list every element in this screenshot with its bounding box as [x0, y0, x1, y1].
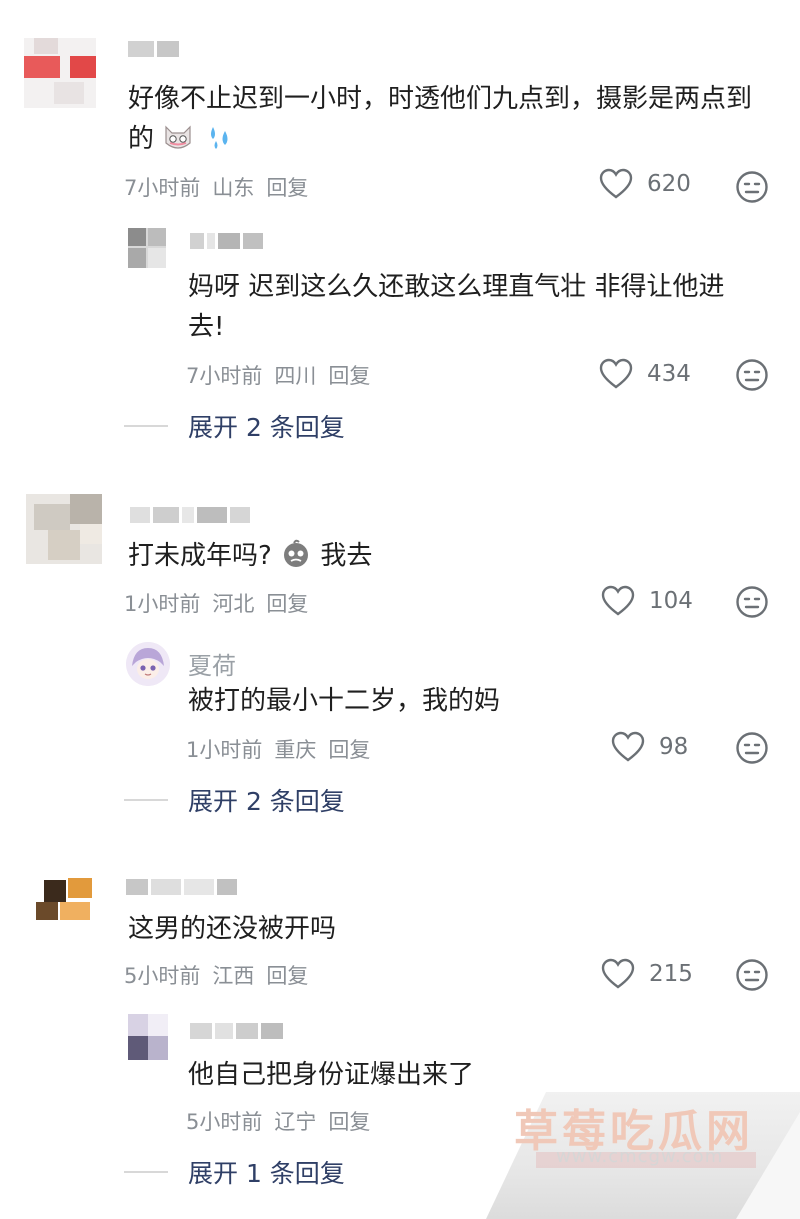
- heart-outline-icon: [611, 731, 645, 762]
- reply-meta: 7小时前 四川 回复: [186, 360, 370, 390]
- comment-text: 打未成年吗? 我去: [128, 535, 372, 577]
- expand-divider-line: [124, 425, 168, 427]
- like-button[interactable]: 620: [599, 168, 691, 200]
- reply-location: 重庆: [274, 738, 317, 762]
- reply-username[interactable]: 夏荷: [188, 646, 236, 681]
- emoji-face-icon[interactable]: [735, 958, 769, 992]
- comment-text-line1: 好像不止迟到一小时，时透他们九点到，摄影是两点到: [128, 84, 753, 114]
- username-blurred[interactable]: [130, 506, 250, 524]
- heart-outline-icon: [599, 358, 633, 389]
- comment-time: 7小时前: [124, 176, 201, 200]
- username-blurred[interactable]: [128, 40, 179, 58]
- expand-replies-button[interactable]: 展开 2 条回复: [124, 408, 345, 444]
- reply-button[interactable]: 回复: [328, 1106, 370, 1136]
- username-blurred[interactable]: [126, 878, 237, 896]
- reply-meta: 1小时前 重庆 回复: [186, 734, 370, 764]
- comment-meta: 5小时前 江西 回复: [124, 960, 308, 990]
- comment-text-cont: 的: [128, 118, 235, 160]
- expand-replies-button[interactable]: 展开 2 条回复: [124, 782, 345, 818]
- expand-replies-button[interactable]: 展开 1 条回复: [124, 1154, 345, 1190]
- reply-button[interactable]: 回复: [328, 360, 370, 390]
- expand-divider-line: [124, 799, 168, 801]
- reply-text: 妈呀 迟到这么久还敢这么理直气壮 非得让他进: [188, 266, 725, 308]
- expand-replies-label: 展开 2 条回复: [188, 413, 345, 442]
- expand-divider-line: [124, 1171, 168, 1173]
- like-count: 215: [649, 961, 693, 987]
- comment-time: 1小时前: [124, 592, 201, 616]
- avatar[interactable]: [128, 1014, 168, 1060]
- comment-text: 好像不止迟到一小时，时透他们九点到，摄影是两点到: [128, 78, 752, 120]
- avatar[interactable]: [128, 228, 166, 268]
- comment-location: 河北: [212, 592, 255, 616]
- reply-meta: 5小时前 辽宁 回复: [186, 1106, 370, 1136]
- reply-location: 辽宁: [274, 1110, 317, 1134]
- expand-replies-label: 展开 2 条回复: [188, 787, 345, 816]
- avatar[interactable]: [26, 494, 102, 564]
- avatar[interactable]: [126, 642, 170, 686]
- comment-time: 5小时前: [124, 964, 201, 988]
- comment-location: 江西: [212, 964, 255, 988]
- reply-text: 被打的最小十二岁，我的妈: [188, 680, 500, 722]
- comment-text: 这男的还没被开吗: [128, 908, 336, 950]
- username-blurred[interactable]: [190, 232, 263, 250]
- heart-outline-icon: [601, 585, 635, 616]
- reply-button[interactable]: 回复: [266, 172, 308, 202]
- like-count: 104: [649, 588, 693, 614]
- reply-button[interactable]: 回复: [266, 960, 308, 990]
- reply-location: 四川: [274, 364, 317, 388]
- reply-text-line1: 他自己把身份证爆出来了: [188, 1060, 475, 1090]
- comment-location: 山东: [212, 176, 255, 200]
- like-button[interactable]: 434: [599, 358, 691, 390]
- comment-meta: 7小时前 山东 回复: [124, 172, 308, 202]
- reply-text-cont: 去!: [188, 306, 224, 348]
- reply-time: 7小时前: [186, 364, 263, 388]
- reply-time: 1小时前: [186, 738, 263, 762]
- like-count: 434: [647, 361, 691, 387]
- like-count: 98: [659, 734, 689, 760]
- emoji-face-icon[interactable]: [735, 585, 769, 619]
- reply-text: 他自己把身份证爆出来了: [188, 1054, 474, 1096]
- like-count: 620: [647, 171, 691, 197]
- reply-button[interactable]: 回复: [328, 734, 370, 764]
- reply-text-line2: 去!: [188, 312, 225, 342]
- like-button[interactable]: 104: [601, 585, 693, 617]
- avatar[interactable]: [24, 38, 96, 108]
- reply-button[interactable]: 回复: [266, 588, 308, 618]
- comment-text-after-emoji: 我去: [320, 541, 373, 571]
- emoji-face-icon[interactable]: [735, 731, 769, 765]
- avatar[interactable]: [32, 872, 94, 922]
- sweat-droplets-icon: [210, 127, 228, 149]
- emoji-face-icon[interactable]: [735, 170, 769, 204]
- expand-replies-label: 展开 1 条回复: [188, 1159, 345, 1188]
- anime-girl-avatar-icon: [126, 642, 170, 686]
- skull-face-emoji-icon: [284, 539, 309, 567]
- comment-text-line1: 打未成年吗?: [128, 541, 272, 571]
- emoji-face-icon[interactable]: [735, 358, 769, 392]
- crying-cat-emoji-icon: [165, 125, 191, 149]
- comment-text-line2: 的: [128, 124, 155, 154]
- reply-text-line1: 被打的最小十二岁，我的妈: [188, 686, 501, 716]
- like-button[interactable]: 98: [611, 731, 688, 763]
- heart-outline-icon: [599, 168, 633, 199]
- username-blurred[interactable]: [190, 1022, 283, 1040]
- reply-text-line1: 妈呀 迟到这么久还敢这么理直气壮 非得让他进: [188, 272, 725, 302]
- reply-time: 5小时前: [186, 1110, 263, 1134]
- heart-outline-icon: [601, 958, 635, 989]
- watermark-url: www.cmcgw.com: [556, 1146, 724, 1167]
- like-button[interactable]: 215: [601, 958, 693, 990]
- comment-text-line1: 这男的还没被开吗: [128, 914, 337, 944]
- comment-meta: 1小时前 河北 回复: [124, 588, 308, 618]
